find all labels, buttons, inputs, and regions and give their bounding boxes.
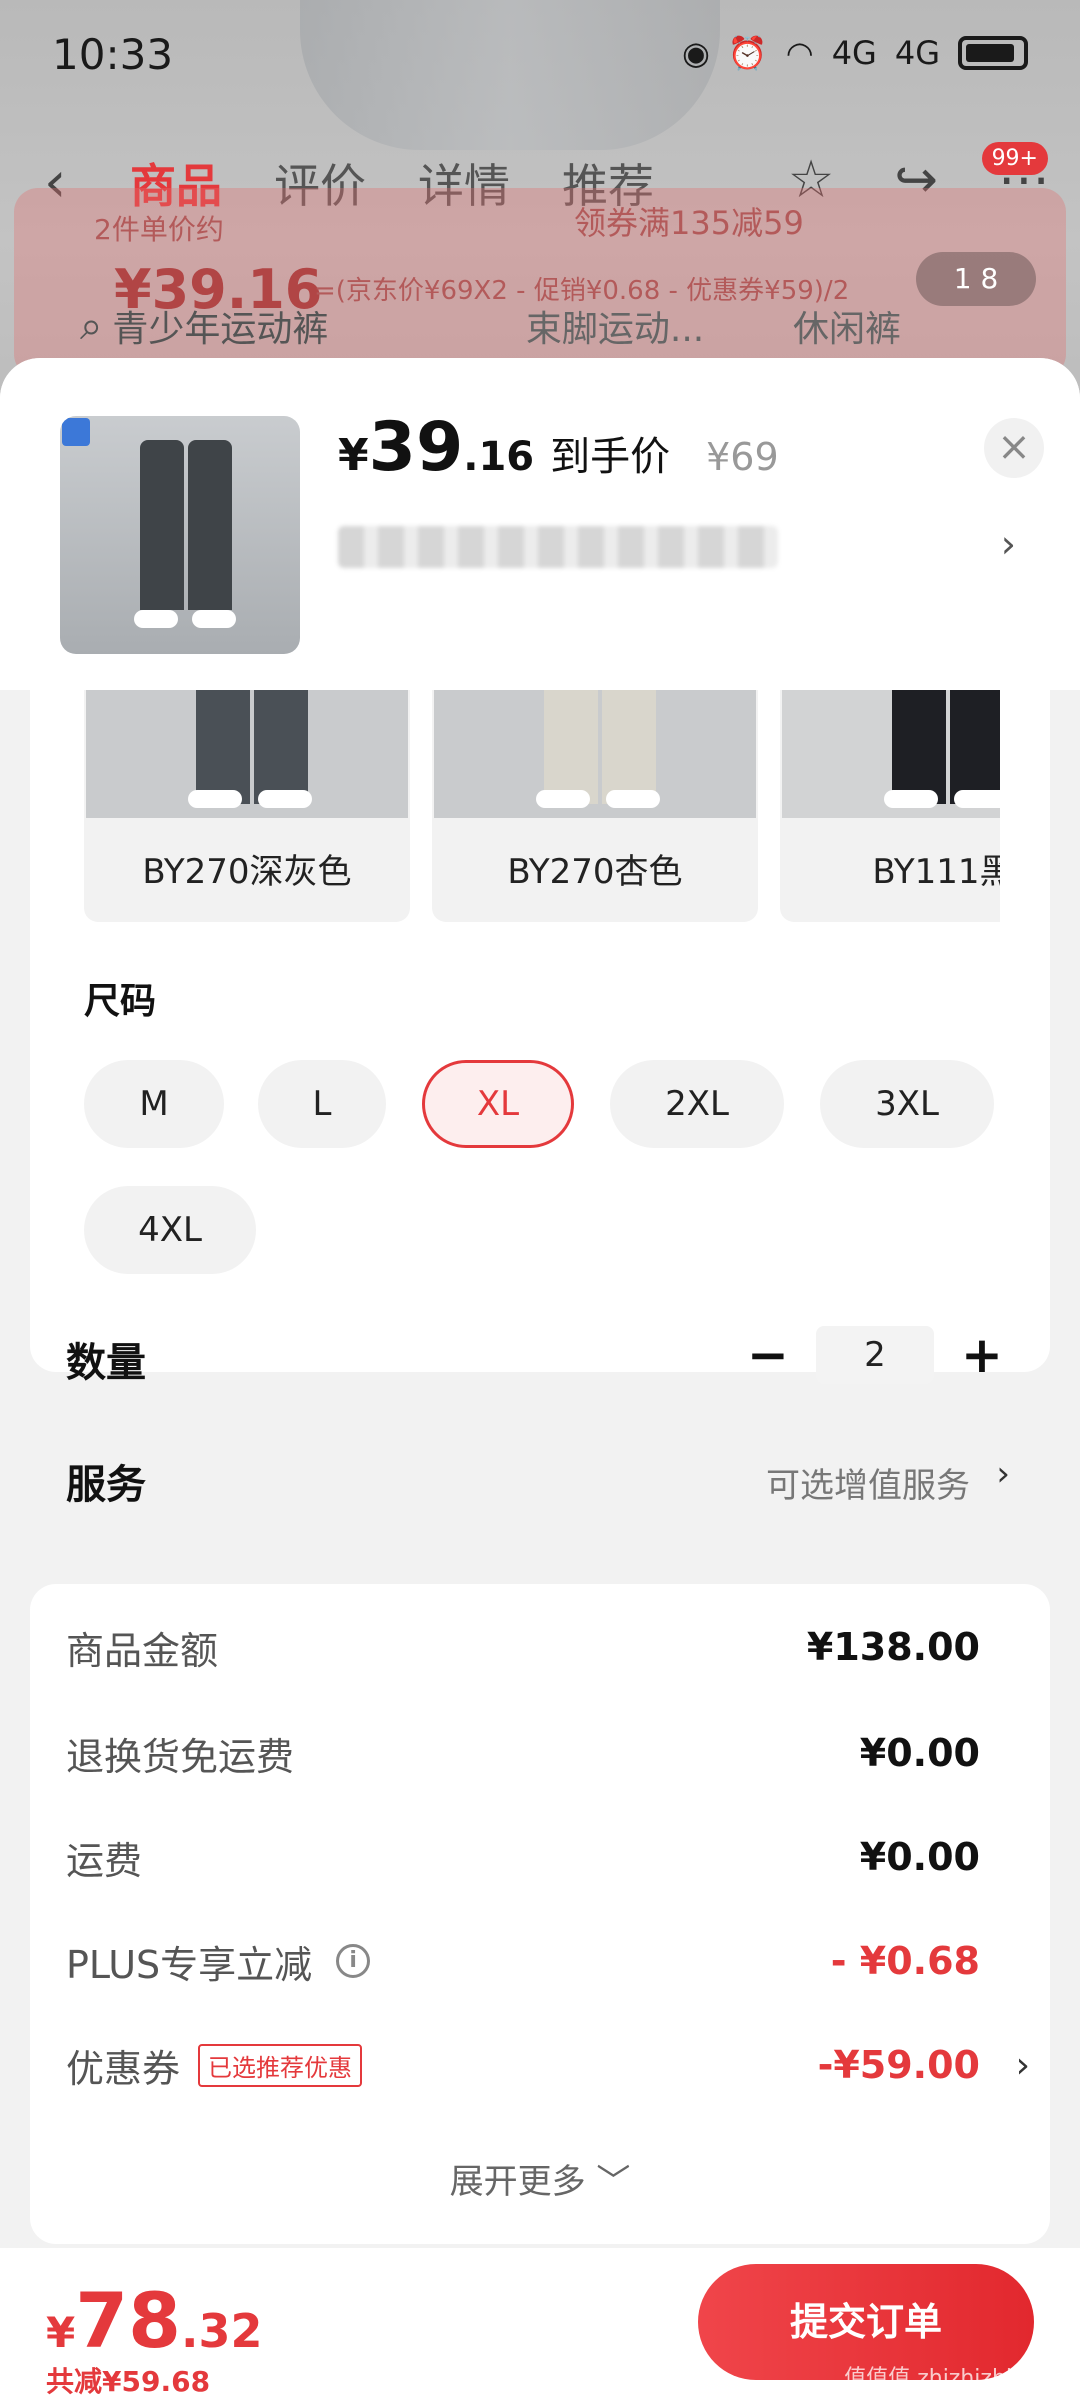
size-option-4xl[interactable]: 4XL: [84, 1186, 256, 1274]
fee-value: ¥0.00: [859, 1731, 980, 1775]
search-tag-2[interactable]: 休闲裤: [793, 300, 1060, 352]
product-thumbnail[interactable]: [60, 416, 300, 654]
service-row[interactable]: 服务 可选增值服务 ›: [30, 1438, 1050, 1518]
status-bar: 10:33 ◉ ⏰ ◠ 4G 4G: [0, 0, 1080, 110]
fee-card: 商品金额 ¥138.00 退换货免运费 ¥0.00 运费 ¥0.00 PLUS专…: [30, 1584, 1050, 2244]
fee-label: 退换货免运费: [66, 1734, 295, 1779]
color-image: [782, 690, 1000, 818]
service-label: 服务: [66, 1462, 146, 1508]
total-price: ¥ 78 .32: [46, 2276, 263, 2365]
search-query[interactable]: 青少年运动裤: [112, 300, 526, 352]
quantity-row: 数量 − 2 +: [30, 1316, 1050, 1396]
fee-label: 运费: [66, 1838, 143, 1883]
total-symbol: ¥: [46, 2308, 76, 2357]
close-icon[interactable]: ×: [984, 418, 1044, 478]
color-image: [86, 690, 408, 818]
color-options: BY270深灰色 BY270杏色 BY111黑: [84, 690, 1000, 922]
service-hint: 可选增值服务: [766, 1466, 970, 1506]
spec-card: BY270深灰色 BY270杏色 BY111黑 尺码 M L XL 2XL 3X…: [30, 690, 1050, 1372]
original-price: ¥69: [706, 435, 779, 479]
fee-value: - ¥0.68: [830, 1939, 980, 1983]
quantity-input[interactable]: 2: [816, 1326, 934, 1384]
fee-value: ¥0.00: [859, 1835, 980, 1879]
price-integer: 39: [368, 408, 464, 487]
eye-icon: ◉: [682, 34, 710, 72]
status-time: 10:33: [52, 30, 174, 79]
total-decimal: .32: [181, 2304, 263, 2358]
info-icon[interactable]: i: [336, 1944, 371, 1978]
signal-2-label: 4G: [894, 34, 940, 72]
size-option-l[interactable]: L: [258, 1060, 386, 1148]
total-integer: 78: [75, 2276, 181, 2365]
watermark: 值值值 zhizhizhi.com: [844, 2366, 1066, 2391]
fee-value: -¥59.00: [817, 2043, 980, 2087]
color-option-apricot[interactable]: BY270杏色: [432, 690, 758, 922]
background-product-page: 10:33 ◉ ⏰ ◠ 4G 4G ‹ 商品 评价 详情 推荐 ☆ ↪ ⋯ 99…: [0, 0, 1080, 400]
coupon-tag: 已选推荐优惠: [198, 2043, 363, 2087]
price-line: ¥ 39 .16 到手价 ¥69: [338, 408, 779, 487]
fee-row-return-shipping: 退换货免运费 ¥0.00: [66, 1718, 1016, 1788]
brand-tag-icon: [62, 418, 90, 446]
price-symbol: ¥: [338, 430, 369, 481]
search-icon[interactable]: ⌕: [80, 303, 102, 349]
color-label: BY111黑: [872, 852, 1000, 892]
wifi-icon: ◠: [785, 34, 814, 72]
size-option-m[interactable]: M: [84, 1060, 224, 1148]
size-title: 尺码: [84, 981, 157, 1022]
signal-1-label: 4G: [831, 34, 877, 72]
bottom-bar: ¥ 78 .32 共减¥59.68 提交订单 值值值 zhizhizhi.com: [0, 2248, 1080, 2400]
quantity-label: 数量: [66, 1340, 146, 1386]
decrease-button[interactable]: −: [740, 1326, 796, 1384]
message-badge: 99+: [981, 142, 1048, 175]
chevron-right-icon: ›: [996, 1454, 1010, 1494]
fee-row-goods: 商品金额 ¥138.00: [66, 1612, 1016, 1682]
battery-icon: [958, 36, 1028, 70]
final-price-label: 到手价: [550, 434, 671, 480]
pants-image: [134, 440, 236, 628]
chevron-right-icon: ›: [1015, 2044, 1030, 2086]
alarm-icon: ⏰: [727, 34, 768, 72]
total-saving: 共减¥59.68: [46, 2365, 211, 2398]
color-option-black[interactable]: BY111黑: [780, 690, 1000, 922]
size-option-2xl[interactable]: 2XL: [610, 1060, 784, 1148]
search-row: ⌕ 青少年运动裤 束脚运动... 休闲裤: [80, 296, 1060, 356]
promo-coupon-text: 领券满135减59: [574, 204, 804, 242]
fee-row-shipping: 运费 ¥0.00: [66, 1822, 1016, 1892]
quantity-stepper: − 2 +: [740, 1326, 1010, 1384]
color-label: BY270杏色: [507, 852, 683, 892]
sku-sheet: ¥ 39 .16 到手价 ¥69 × › BY270深灰色 BY270杏色 BY…: [0, 358, 1080, 2400]
promo-unit-label: 2件单价约: [94, 213, 224, 246]
fee-row-plus-discount: PLUS专享立减 i - ¥0.68: [66, 1926, 1016, 1996]
fee-row-coupon[interactable]: 优惠券 已选推荐优惠 -¥59.00 ›: [66, 2030, 1030, 2100]
color-label: BY270深灰色: [142, 852, 352, 892]
color-image: [434, 690, 756, 818]
fee-value: ¥138.00: [806, 1625, 980, 1669]
increase-button[interactable]: +: [954, 1326, 1010, 1384]
search-tag-1[interactable]: 束脚运动...: [526, 300, 793, 352]
expand-more-button[interactable]: 展开更多 ﹀: [30, 2154, 1050, 2203]
selected-spec-blurred: [338, 526, 778, 568]
fee-label: 商品金额: [66, 1628, 219, 1673]
fee-label: PLUS专享立减: [66, 1942, 313, 1987]
price-decimal: .16: [463, 434, 535, 480]
status-icons: ◉ ⏰ ◠ 4G 4G: [682, 34, 1028, 72]
sheet-header: ¥ 39 .16 到手价 ¥69 × ›: [0, 358, 1080, 690]
size-option-3xl[interactable]: 3XL: [820, 1060, 994, 1148]
color-option-gray[interactable]: BY270深灰色: [84, 690, 410, 922]
fee-label: 优惠券: [66, 2046, 181, 2091]
size-option-xl[interactable]: XL: [422, 1060, 574, 1148]
chevron-right-icon[interactable]: ›: [1001, 522, 1016, 566]
